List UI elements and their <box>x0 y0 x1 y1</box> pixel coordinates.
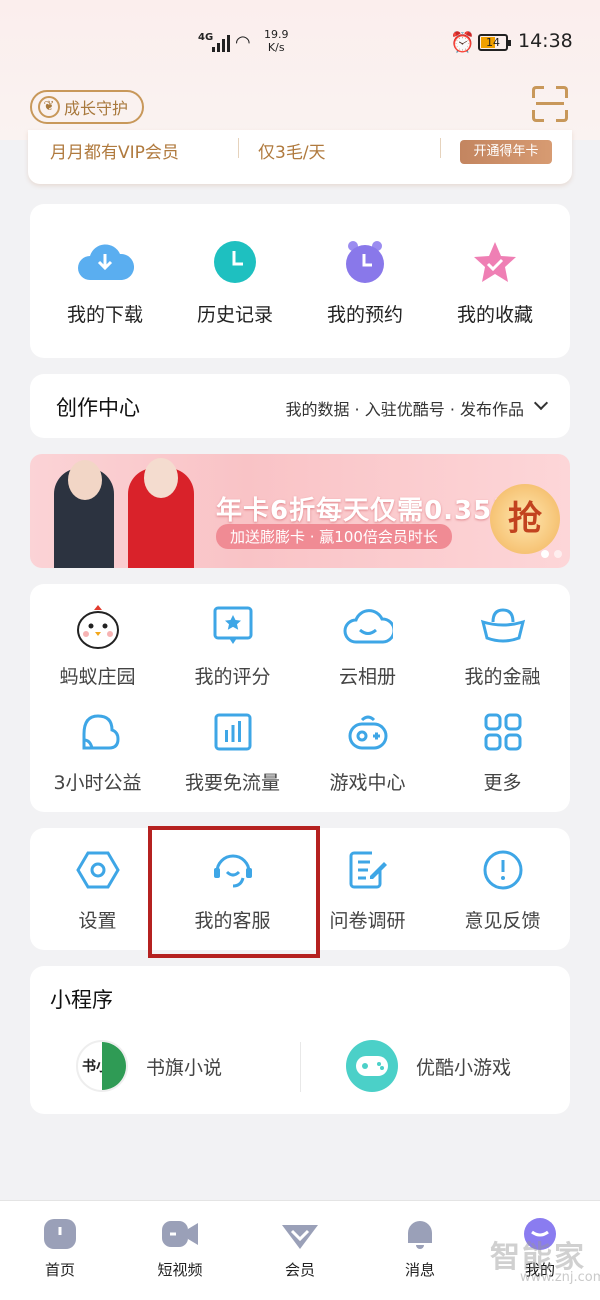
quick-actions-card: 我的下载 历史记录 我的预约 我的收藏 <box>30 204 570 358</box>
more-button[interactable]: 更多 <box>435 710 570 795</box>
hexagon-settings-icon <box>75 848 120 892</box>
shuqi-logo-icon: 书小说 <box>76 1040 128 1092</box>
services-grid-card: 蚂蚁庄园 我的评分 云相册 我的金融 3小时公益 我要免流量 游戏中心 更多 <box>30 584 570 812</box>
my-reservations-button[interactable]: 我的预约 <box>305 240 425 327</box>
vip-promo-text-2: 仅3毛/天 <box>258 143 326 163</box>
grid-icon <box>481 710 525 754</box>
game-center-button[interactable]: 游戏中心 <box>300 710 435 795</box>
charity-button[interactable]: 3小时公益 <box>30 710 165 795</box>
game-controller-icon <box>346 1040 398 1092</box>
video-camera-icon <box>162 1217 198 1251</box>
status-bar: 4G ◠ 19.9 K/s ⏰ 14 14:38 <box>0 28 600 60</box>
battery-icon: 14 <box>478 34 511 51</box>
creator-center-links: 我的数据 · 入驻优酷号 · 发布作品 <box>285 400 524 419</box>
customer-service-highlight-box <box>148 826 320 958</box>
data-bars-icon <box>211 710 255 754</box>
star-icon <box>471 240 519 284</box>
creator-center-row[interactable]: 创作中心 我的数据 · 入驻优酷号 · 发布作品 <box>30 374 570 438</box>
my-finance-button[interactable]: 我的金融 <box>435 604 570 689</box>
signal-icon <box>212 34 232 52</box>
gamepad-icon <box>346 710 390 754</box>
youku-mini-games-button[interactable]: 优酷小游戏 <box>346 1040 511 1092</box>
history-button[interactable]: 历史记录 <box>175 240 295 327</box>
carousel-dots <box>541 550 562 558</box>
chevron-down-icon[interactable] <box>533 395 549 411</box>
divider <box>238 138 239 158</box>
my-downloads-button[interactable]: 我的下载 <box>45 240 165 327</box>
promo-banner[interactable]: 年卡6折每天仅需0.35元 加送膨膨卡 · 赢100倍会员时长 抢 <box>30 454 570 568</box>
watermark-url: www.znj.com <box>520 1270 600 1285</box>
settings-button[interactable]: 设置 <box>30 848 165 933</box>
survey-icon <box>346 848 390 892</box>
divider <box>440 138 441 158</box>
scan-icon[interactable] <box>532 86 568 122</box>
tab-short-video[interactable]: 短视频 <box>120 1217 240 1280</box>
alarm-icon <box>341 240 389 284</box>
ingot-icon <box>480 604 525 648</box>
shuqi-novel-button[interactable]: 书小说 书旗小说 <box>76 1040 222 1092</box>
clock-time: 14:38 <box>518 30 573 52</box>
network-speed: 19.9 K/s <box>264 28 289 54</box>
creator-center-title: 创作中心 <box>56 396 140 420</box>
feedback-button[interactable]: 意见反馈 <box>435 848 570 933</box>
vip-promo-strip[interactable]: 月月都有VIP会员 仅3毛/天 开通得年卡 <box>28 130 572 184</box>
leaf-icon: ❦ <box>38 96 60 118</box>
charity-icon <box>76 710 120 754</box>
bell-icon <box>402 1217 438 1251</box>
grab-button[interactable]: 抢 <box>490 484 560 554</box>
network-type: 4G <box>198 32 214 43</box>
my-favorites-button[interactable]: 我的收藏 <box>435 240 555 327</box>
my-rating-button[interactable]: 我的评分 <box>165 604 300 689</box>
growth-guard-button[interactable]: ❦ 成长守护 <box>30 90 145 124</box>
cloud-album-button[interactable]: 云相册 <box>300 604 435 689</box>
rating-icon <box>211 604 255 648</box>
cloud-album-icon <box>343 604 395 648</box>
tab-vip[interactable]: 会员 <box>240 1217 360 1280</box>
wifi-icon: ◠ <box>235 32 251 53</box>
divider <box>300 1042 301 1092</box>
survey-button[interactable]: 问卷调研 <box>300 848 435 933</box>
exclamation-icon <box>481 848 525 892</box>
tab-messages[interactable]: 消息 <box>360 1217 480 1280</box>
ant-farm-button[interactable]: 蚂蚁庄园 <box>30 604 165 689</box>
free-data-button[interactable]: 我要免流量 <box>165 710 300 795</box>
mini-programs-title: 小程序 <box>50 988 113 1012</box>
banner-headline: 年卡6折每天仅需0.35元 <box>216 496 520 526</box>
growth-guard-label: 成长守护 <box>64 99 129 118</box>
clock-icon <box>211 240 259 284</box>
cloud-download-icon <box>78 240 135 284</box>
chick-icon <box>76 604 120 649</box>
vip-promo-text-1: 月月都有VIP会员 <box>50 143 179 163</box>
alarm-icon: ⏰ <box>450 30 475 54</box>
open-annual-card-button[interactable]: 开通得年卡 <box>460 140 552 164</box>
home-icon <box>42 1217 78 1251</box>
mini-programs-card: 小程序 书小说 书旗小说 优酷小游戏 <box>30 966 570 1114</box>
diamond-icon <box>282 1217 318 1251</box>
banner-subtitle: 加送膨膨卡 · 赢100倍会员时长 <box>216 524 452 549</box>
banner-photo <box>40 454 194 568</box>
tab-home[interactable]: 首页 <box>0 1217 120 1280</box>
